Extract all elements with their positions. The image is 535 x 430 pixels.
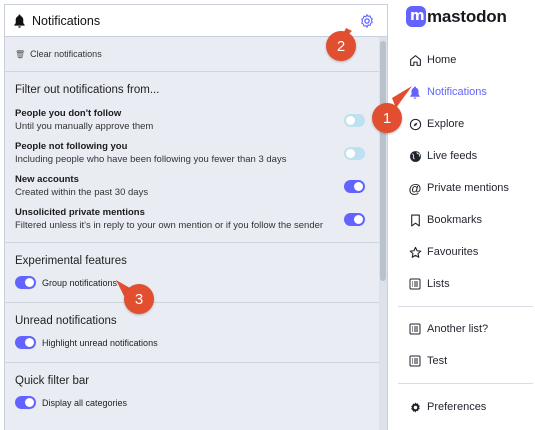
unread-section: Unread notifications Highlight unread no… xyxy=(5,303,379,363)
callout-badge-2: 2 xyxy=(326,31,356,61)
nav-item-bookmarks[interactable]: Bookmarks xyxy=(408,213,482,227)
filter-option-hint: Filtered unless it's in reply to your ow… xyxy=(15,220,324,231)
experimental-section-title: Experimental features xyxy=(15,255,127,267)
filter-section: Filter out notifications from... People … xyxy=(5,72,379,243)
page-title: Notifications xyxy=(32,13,101,28)
main-navigation: m mastodon Home Notifications Explore Li… xyxy=(396,0,535,430)
group-notifications-toggle[interactable] xyxy=(15,276,36,289)
quick-filter-section: Quick filter bar Display all categories xyxy=(5,363,379,423)
filter-option: New accounts Created within the past 30 … xyxy=(15,174,369,207)
display-all-categories-label: Display all categories xyxy=(42,397,128,408)
trash-icon: 🗑 xyxy=(15,49,26,59)
nav-divider xyxy=(398,306,533,307)
nav-item-list-another[interactable]: Another list? xyxy=(408,322,488,336)
at-icon: @ xyxy=(408,180,422,196)
display-all-categories-toggle[interactable] xyxy=(15,396,36,409)
nav-item-label: Preferences xyxy=(427,401,487,413)
group-notifications-label: Group notifications xyxy=(42,277,118,288)
nav-item-private-mentions[interactable]: @ Private mentions xyxy=(408,180,509,196)
nav-item-label: Lists xyxy=(427,278,450,290)
filter-section-title: Filter out notifications from... xyxy=(15,84,160,96)
nav-item-label: Notifications xyxy=(427,86,487,98)
nav-item-label: Home xyxy=(427,54,457,66)
settings-scroll-area[interactable]: 🗑 Clear notifications Filter out notific… xyxy=(5,37,379,430)
filter-option-label: Unsolicited private mentions xyxy=(15,207,145,218)
nav-item-label: Favourites xyxy=(427,246,479,258)
filter-option: People not following you Including peopl… xyxy=(15,141,369,174)
scrollbar-thumb[interactable] xyxy=(380,41,386,281)
filter-not-following-toggle[interactable] xyxy=(344,114,365,127)
filter-option-hint: Created within the past 30 days xyxy=(15,187,149,198)
highlight-unread-toggle[interactable] xyxy=(15,336,36,349)
callout-badge-3: 3 xyxy=(124,284,154,314)
filter-option-hint: Including people who have been following… xyxy=(15,154,287,165)
display-all-categories-option: Display all categories xyxy=(15,396,369,409)
notifications-panel: Notifications 🗑 Clear notifications Filt… xyxy=(4,4,388,430)
quick-filter-section-title: Quick filter bar xyxy=(15,375,90,387)
experimental-section: Experimental features Group notification… xyxy=(5,243,379,303)
mastodon-logo-icon: m xyxy=(406,6,426,27)
nav-item-label: Explore xyxy=(427,118,465,130)
filter-new-accounts-toggle[interactable] xyxy=(344,180,365,193)
list-icon xyxy=(408,277,422,291)
bookmark-icon xyxy=(408,213,422,227)
nav-item-live-feeds[interactable]: Live feeds xyxy=(408,149,477,163)
filter-option: Unsolicited private mentions Filtered un… xyxy=(15,207,369,240)
nav-item-label: Private mentions xyxy=(427,182,509,194)
nav-item-label: Another list? xyxy=(427,323,489,335)
brand-name: mastodon xyxy=(427,6,507,26)
compass-icon xyxy=(408,117,422,131)
filter-option: People you don't follow Until you manual… xyxy=(15,108,369,141)
star-icon xyxy=(408,245,422,259)
nav-item-notifications[interactable]: Notifications xyxy=(408,85,487,99)
globe-icon xyxy=(408,149,422,163)
clear-notifications-label: Clear notifications xyxy=(30,49,102,59)
filter-private-mentions-toggle[interactable] xyxy=(344,213,365,226)
filter-option-label: People you don't follow xyxy=(15,108,122,119)
mastodon-logo[interactable]: m mastodon xyxy=(406,6,507,27)
filter-option-label: People not following you xyxy=(15,141,128,152)
callout-badge-1: 1 xyxy=(372,103,402,133)
list-icon xyxy=(408,354,422,368)
filter-option-hint: Until you manually approve them xyxy=(15,121,154,132)
highlight-unread-option: Highlight unread notifications xyxy=(15,336,369,349)
home-icon xyxy=(408,53,422,67)
nav-item-label: Bookmarks xyxy=(427,214,483,226)
filter-not-followers-toggle[interactable] xyxy=(344,147,365,160)
nav-item-lists[interactable]: Lists xyxy=(408,277,450,291)
list-icon xyxy=(408,322,422,336)
nav-item-label: Live feeds xyxy=(427,150,478,162)
nav-divider xyxy=(398,383,533,384)
unread-section-title: Unread notifications xyxy=(15,315,117,327)
nav-item-label: Test xyxy=(427,355,448,367)
group-notifications-option: Group notifications xyxy=(15,276,369,289)
nav-item-home[interactable]: Home xyxy=(408,53,456,67)
gear-icon xyxy=(408,400,422,414)
highlight-unread-label: Highlight unread notifications xyxy=(42,337,158,348)
nav-item-list-test[interactable]: Test xyxy=(408,354,447,368)
scrollbar[interactable] xyxy=(379,37,387,430)
bell-icon xyxy=(14,14,25,28)
filter-option-label: New accounts xyxy=(15,174,79,185)
nav-item-favourites[interactable]: Favourites xyxy=(408,245,478,259)
nav-item-preferences[interactable]: Preferences xyxy=(408,400,486,414)
gear-icon[interactable] xyxy=(359,13,375,29)
nav-item-explore[interactable]: Explore xyxy=(408,117,464,131)
